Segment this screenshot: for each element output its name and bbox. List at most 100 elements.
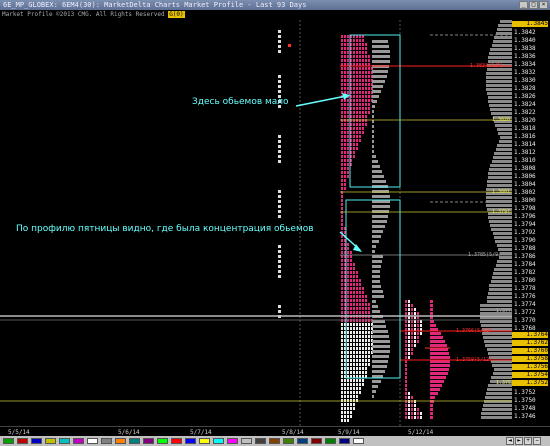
color-swatch[interactable] (143, 438, 154, 444)
tpo-block (414, 336, 416, 339)
volume-bar (430, 396, 435, 399)
color-swatch[interactable] (297, 438, 308, 444)
volume-bar (430, 300, 433, 303)
volume-bar (372, 310, 380, 313)
tpo-block (362, 71, 364, 74)
price-tick: 1.3828 (514, 85, 536, 92)
color-swatch[interactable] (31, 438, 42, 444)
color-swatch[interactable] (269, 438, 280, 444)
tpo-block (353, 367, 355, 370)
minimize-button[interactable]: _ (519, 1, 528, 9)
volume-bar (372, 370, 385, 373)
color-swatch[interactable] (73, 438, 84, 444)
tpo-block (414, 312, 416, 315)
volume-bar (372, 120, 374, 123)
tpo-block (356, 339, 358, 342)
tpo-block (347, 127, 349, 130)
color-swatch[interactable] (311, 438, 322, 444)
color-swatch[interactable] (185, 438, 196, 444)
tpo-block (341, 307, 343, 310)
tpo-block (350, 415, 352, 418)
tpo-block (347, 299, 349, 302)
volume-histogram-bar (496, 32, 512, 35)
volume-histogram-bar (495, 240, 512, 243)
volume-bar (372, 265, 381, 268)
volume-histogram-bar (493, 272, 512, 275)
tpo-block (362, 131, 364, 134)
tpo-block (353, 115, 355, 118)
tpo-block (344, 175, 346, 178)
volume-histogram-bar (497, 260, 512, 263)
color-swatch[interactable] (129, 438, 140, 444)
price-tick: 1.3802 (514, 189, 536, 196)
color-swatch[interactable] (17, 438, 28, 444)
color-swatch[interactable] (157, 438, 168, 444)
color-swatch[interactable] (213, 438, 224, 444)
color-swatch[interactable] (45, 438, 56, 444)
tpo-block (341, 391, 343, 394)
tpo-block (347, 363, 349, 366)
maximize-button[interactable]: □ (529, 1, 538, 9)
tpo-block (368, 363, 370, 366)
color-swatch[interactable] (171, 438, 182, 444)
volume-bar (372, 335, 389, 338)
tpo-block (347, 295, 349, 298)
tpo-block (356, 43, 358, 46)
tpo-block (350, 359, 352, 362)
tpo-block (353, 371, 355, 374)
tpo-block (344, 35, 346, 38)
close-button[interactable]: × (539, 1, 548, 9)
tpo-block (365, 67, 367, 70)
volume-histogram-bar (493, 40, 512, 43)
volume-bar (372, 170, 382, 173)
tpo-block (344, 415, 346, 418)
tpo-block (341, 395, 343, 398)
tpo-block (347, 311, 349, 314)
market-profile-plot[interactable] (0, 20, 512, 426)
tpo-block (353, 327, 355, 330)
color-swatch[interactable] (59, 438, 70, 444)
zoom-in-button[interactable]: + (524, 437, 532, 445)
volume-bar (430, 352, 449, 355)
color-swatch[interactable] (87, 438, 98, 444)
volume-histogram-bar (484, 400, 512, 403)
color-swatch[interactable] (227, 438, 238, 444)
tpo-block (344, 71, 346, 74)
volume-bar (430, 340, 445, 343)
chart-tag: G(0) (168, 11, 185, 18)
tpo-block (278, 40, 281, 43)
tpo-block (362, 331, 364, 334)
tpo-block (356, 91, 358, 94)
volume-histogram-bar (498, 132, 512, 135)
tpo-block (350, 255, 352, 258)
tpo-block (341, 159, 343, 162)
color-swatch[interactable] (339, 438, 350, 444)
tpo-block (344, 383, 346, 386)
tpo-block (356, 359, 358, 362)
volume-histogram-bar (487, 184, 512, 187)
tpo-block (341, 379, 343, 382)
tpo-block (362, 287, 364, 290)
tpo-block (365, 71, 367, 74)
color-swatch[interactable] (199, 438, 210, 444)
color-swatch[interactable] (353, 438, 364, 444)
color-swatch[interactable] (3, 438, 14, 444)
color-swatch[interactable] (241, 438, 252, 444)
tpo-block (353, 135, 355, 138)
tpo-block (278, 310, 281, 313)
zoom-out-button[interactable]: − (533, 437, 541, 445)
tpo-block (341, 183, 343, 186)
tpo-block (353, 155, 355, 158)
back-button[interactable]: ◄ (506, 437, 514, 445)
color-swatch[interactable] (283, 438, 294, 444)
forward-button[interactable]: ► (515, 437, 523, 445)
color-swatch[interactable] (325, 438, 336, 444)
volume-histogram-bar (481, 412, 512, 415)
color-swatch[interactable] (255, 438, 266, 444)
color-swatch[interactable] (115, 438, 126, 444)
tpo-block (341, 179, 343, 182)
tpo-block (341, 259, 343, 262)
color-swatch[interactable] (101, 438, 112, 444)
tpo-block (359, 55, 361, 58)
tpo-block (353, 139, 355, 142)
